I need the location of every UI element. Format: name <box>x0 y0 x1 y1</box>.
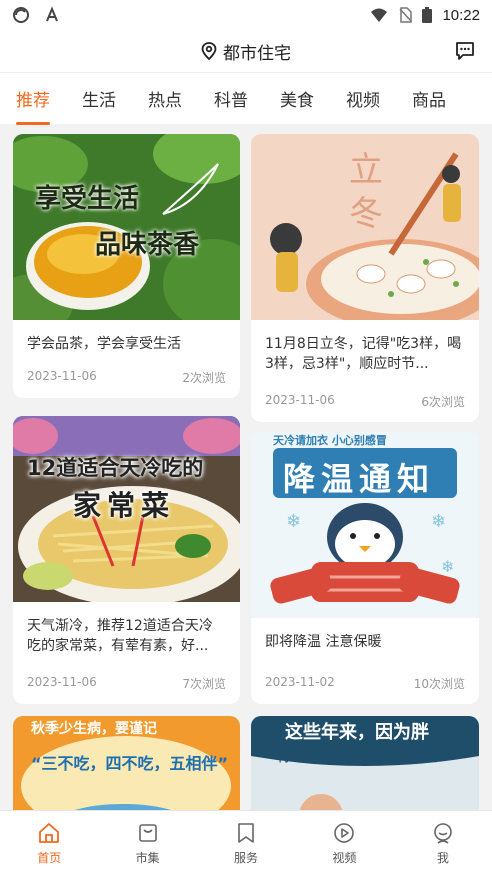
thumbnail-caption: 降温通知 <box>283 460 436 498</box>
article-card[interactable]: 立 冬 11月8日立冬，记得"吃3样，喝3样，忌3样"，顺应时节... 2023… <box>251 134 479 422</box>
article-title: 即将降温 注意保暖 <box>265 634 382 650</box>
thumbnail-caption: 享受生活 <box>35 184 140 214</box>
article-thumbnail: ❄ ❄ ❄ 天冷请加衣 小心别感冒 降温通知 <box>251 432 479 618</box>
article-thumbnail: 秋季少生病，要谨记 “三不吃，四不吃，五相伴” <box>13 716 240 810</box>
service-icon <box>238 823 254 843</box>
thumbnail-caption: 这些年来，因为胖 <box>285 722 429 743</box>
article-card[interactable]: 这些年来，因为胖 你误会了多少漂亮衣服 <box>251 716 479 810</box>
nav-video[interactable]: 视频 <box>295 811 393 876</box>
thumbnail-caption: 天冷请加衣 小心别感冒 <box>273 434 387 447</box>
thumbnail-caption: 品味茶香 <box>95 230 200 260</box>
category-tabs: 推荐 生活 热点 科普 美食 视频 商品 <box>0 72 492 125</box>
nav-service[interactable]: 服务 <box>197 811 295 876</box>
article-feed[interactable]: 享受生活 品味茶香 学会品茶，学会享受生活 2023-11-06 2次浏览 立 … <box>0 124 492 810</box>
svg-text:❄: ❄ <box>441 557 454 576</box>
article-thumbnail: 享受生活 品味茶香 <box>13 134 240 320</box>
article-views: 6次浏览 <box>421 395 465 409</box>
no-sim-icon <box>399 7 413 23</box>
article-thumbnail: 这些年来，因为胖 你误会了多少漂亮衣服 <box>251 716 479 810</box>
thumbnail-caption: 立 <box>349 150 383 190</box>
location-pin-icon <box>201 42 217 60</box>
market-icon <box>138 824 157 842</box>
wifi-icon <box>371 8 388 22</box>
thumbnail-caption: 12道适合天冷吃的 <box>27 456 204 480</box>
clock: 10:22 <box>442 6 480 24</box>
svg-text:❄: ❄ <box>431 511 446 532</box>
status-bar: 10:22 <box>0 0 492 30</box>
article-meta: 2023-11-06 6次浏览 <box>265 393 465 410</box>
tab-hot[interactable]: 热点 <box>148 73 182 125</box>
nav-home[interactable]: 首页 <box>0 811 98 876</box>
thumbnail-caption: “三不吃，四不吃，五相伴” <box>31 754 229 773</box>
font-status-icon <box>46 6 58 22</box>
article-views: 2次浏览 <box>182 371 226 385</box>
article-card[interactable]: 秋季少生病，要谨记 “三不吃，四不吃，五相伴” <box>13 716 240 810</box>
profile-icon <box>434 823 452 844</box>
tab-video[interactable]: 视频 <box>346 73 380 125</box>
tab-goods[interactable]: 商品 <box>412 73 446 125</box>
video-icon <box>334 823 355 843</box>
sync-status-icon <box>13 7 29 23</box>
location-selector[interactable]: 都市住宅 <box>201 39 291 64</box>
article-thumbnail: 立 冬 <box>251 134 479 320</box>
nav-label: 我 <box>436 851 449 865</box>
nav-label: 首页 <box>37 851 62 865</box>
nav-label: 服务 <box>234 851 259 865</box>
article-card[interactable]: ❄ ❄ ❄ 天冷请加衣 小心别感冒 降温通知 即将降温 注意保暖 2023-11… <box>251 432 479 704</box>
article-meta: 2023-11-06 7次浏览 <box>27 675 226 692</box>
article-meta: 2023-11-06 2次浏览 <box>27 369 226 386</box>
article-views: 10次浏览 <box>413 677 465 691</box>
article-thumbnail: 12道适合天冷吃的 家常菜 <box>13 416 240 602</box>
home-icon <box>39 823 60 843</box>
svg-text:❄: ❄ <box>286 511 301 532</box>
article-meta: 2023-11-02 10次浏览 <box>265 675 465 692</box>
bottom-navigation: 首页 市集 服务 视频 我 <box>0 810 492 876</box>
nav-label: 市集 <box>135 851 160 865</box>
article-date: 2023-11-06 <box>265 393 335 407</box>
tab-life[interactable]: 生活 <box>82 73 116 125</box>
thumbnail-caption: 秋季少生病，要谨记 <box>31 721 157 737</box>
article-date: 2023-11-02 <box>265 675 335 689</box>
nav-profile[interactable]: 我 <box>394 811 492 876</box>
message-icon[interactable] <box>454 40 476 62</box>
article-date: 2023-11-06 <box>27 675 97 689</box>
article-card[interactable]: 享受生活 品味茶香 学会品茶，学会享受生活 2023-11-06 2次浏览 <box>13 134 240 398</box>
article-title: 天气渐冷，推荐12道适合天冷吃的家常菜，有荤有素，好... <box>27 618 213 654</box>
article-title: 学会品茶，学会享受生活 <box>27 336 181 352</box>
article-card[interactable]: 12道适合天冷吃的 家常菜 天气渐冷，推荐12道适合天冷吃的家常菜，有荤有素，好… <box>13 416 240 704</box>
thumbnail-caption: 家常菜 <box>73 489 176 522</box>
tab-science[interactable]: 科普 <box>214 73 248 125</box>
article-date: 2023-11-06 <box>27 369 97 383</box>
thumbnail-caption: 冬 <box>349 194 383 234</box>
thumbnail-caption: 你误会了多少漂亮衣服 <box>277 746 438 765</box>
battery-icon <box>422 7 433 23</box>
article-views: 7次浏览 <box>182 677 226 691</box>
header: 都市住宅 <box>0 30 492 72</box>
article-title: 11月8日立冬，记得"吃3样，喝3样，忌3样"，顺应时节... <box>265 336 462 372</box>
nav-market[interactable]: 市集 <box>98 811 196 876</box>
tab-recommend[interactable]: 推荐 <box>16 73 50 125</box>
location-label: 都市住宅 <box>223 43 291 64</box>
tab-food[interactable]: 美食 <box>280 73 314 125</box>
nav-label: 视频 <box>332 851 357 865</box>
